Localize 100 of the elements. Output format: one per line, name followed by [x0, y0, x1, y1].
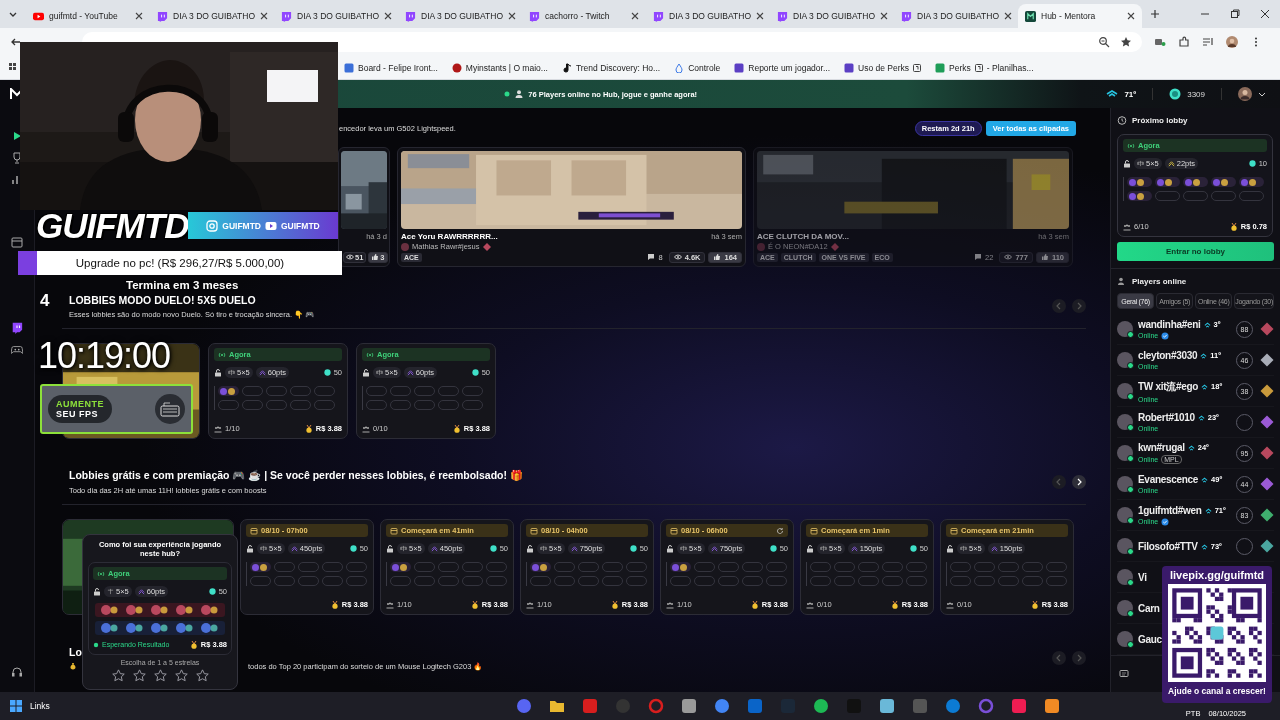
rank-icon	[406, 369, 414, 376]
browser-tab[interactable]: guifmtd - YouTube	[26, 4, 150, 28]
play-icon[interactable]	[11, 130, 23, 142]
player-name[interactable]: 1guifmtd#wen	[1138, 504, 1202, 516]
player-name[interactable]: TW xit流#ego	[1138, 379, 1199, 394]
close-icon[interactable]	[880, 12, 889, 20]
calendar-icon	[390, 526, 398, 535]
broadcast-icon	[1127, 141, 1135, 150]
media-icon[interactable]	[1202, 36, 1214, 48]
browser-tab[interactable]: DIA 3 DO GUIBATHO	[398, 4, 522, 28]
browser-tab[interactable]: cachorro - Twitch	[522, 4, 646, 28]
avatar-icon[interactable]	[1226, 36, 1238, 48]
status-dot-icon	[93, 641, 99, 648]
bookmark[interactable]: Trend Discovery: Ho...	[557, 60, 665, 75]
app-icon[interactable]	[713, 698, 730, 714]
close-icon[interactable]	[1127, 12, 1135, 20]
close-icon[interactable]	[508, 12, 517, 20]
rank-icon	[258, 369, 266, 376]
close-icon[interactable]	[260, 12, 269, 20]
app-icon[interactable]	[680, 698, 697, 714]
app-icon[interactable]	[1010, 698, 1027, 714]
close-icon[interactable]	[135, 12, 143, 20]
broadcast-icon	[366, 350, 374, 359]
app-icon[interactable]	[548, 698, 565, 714]
rank-icon	[1167, 160, 1175, 167]
previous-button[interactable]	[1052, 651, 1066, 665]
browser-tab[interactable]: DIA 3 DO GUIBATHO	[770, 4, 894, 28]
bookmark[interactable]: Perks - Planilhas...	[931, 60, 1038, 75]
bookmark[interactable]: Board - Felipe Iront...	[340, 60, 442, 75]
bookmark[interactable]: Myinstants | O maio...	[447, 60, 552, 75]
close-icon[interactable]	[1004, 12, 1013, 20]
chat-bubble-icon	[901, 10, 912, 22]
close-icon[interactable]	[631, 12, 639, 20]
avatar-icon[interactable]	[1238, 87, 1252, 101]
player-name[interactable]: Vi	[1138, 571, 1147, 583]
player-name[interactable]: Gauc	[1138, 633, 1162, 645]
player-name[interactable]: cleyton#3030	[1138, 350, 1198, 361]
player-name[interactable]: wandinha#eni	[1138, 318, 1201, 330]
player-name[interactable]: kwn#rugal	[1138, 442, 1185, 453]
chat-bubble-icon	[777, 10, 788, 22]
bookmark[interactable]: Reporte um jogador...	[730, 60, 835, 75]
puzzle-icon[interactable]	[1178, 36, 1190, 48]
rank-icon	[710, 545, 718, 552]
toolbar-label[interactable]: Links	[30, 701, 50, 711]
star-icon[interactable]	[1120, 36, 1132, 48]
lock-icon	[666, 544, 674, 553]
coin-icon	[349, 545, 357, 552]
coin-icon	[629, 545, 637, 552]
zoom-icon[interactable]	[1098, 36, 1110, 48]
app-icon[interactable]	[878, 698, 895, 714]
chevron-down-icon[interactable]	[1258, 90, 1266, 98]
headset-icon[interactable]	[11, 666, 23, 678]
trophy-icon[interactable]	[11, 152, 23, 164]
scale-icon	[376, 369, 383, 376]
close-icon[interactable]	[1260, 9, 1270, 19]
people-icon	[666, 600, 674, 609]
medal-icon	[610, 600, 619, 609]
next-button[interactable]	[1072, 475, 1086, 489]
star-rating[interactable]	[111, 669, 209, 682]
browser-tab[interactable]: DIA 3 DO GUIBATHO	[274, 4, 398, 28]
browser-tab[interactable]: DIA 3 DO GUIBATHO	[150, 4, 274, 28]
chat-icon[interactable]	[1119, 669, 1129, 679]
calendar-icon[interactable]	[11, 236, 23, 248]
chat-bubble-icon[interactable]	[11, 322, 23, 334]
player-name[interactable]: Evanescence	[1138, 474, 1199, 485]
previous-button[interactable]	[1052, 299, 1066, 313]
refresh-icon[interactable]	[776, 526, 784, 535]
coin-icon	[1169, 88, 1182, 100]
player-name[interactable]: Filosofo#TTV	[1138, 540, 1198, 552]
player-name[interactable]: Carn	[1138, 602, 1160, 614]
join-lobby-button[interactable]: Entrar no lobby	[1117, 242, 1274, 261]
medal-icon	[470, 600, 479, 609]
back-icon[interactable]	[10, 36, 22, 48]
rank-icon	[1106, 88, 1119, 100]
medal-icon	[452, 424, 461, 433]
section-title: Lo	[69, 645, 82, 658]
close-icon[interactable]	[756, 12, 765, 20]
bookmark[interactable]: Uso de Perks	[840, 60, 926, 75]
app-icon[interactable]	[1043, 698, 1060, 714]
app-icon[interactable]	[812, 698, 829, 714]
close-icon[interactable]	[384, 12, 393, 20]
browser-tab[interactable]: DIA 3 DO GUIBATHO	[646, 4, 770, 28]
player-name[interactable]: Robert#1010	[1138, 412, 1195, 423]
restore-icon[interactable]	[1230, 9, 1240, 19]
browser-tab[interactable]: DIA 3 DO GUIBATHO	[894, 4, 1018, 28]
previous-button[interactable]	[1052, 475, 1066, 489]
medal-icon	[750, 600, 759, 609]
bookmark[interactable]: Controle	[670, 60, 725, 75]
calendar-icon	[250, 526, 258, 535]
browser-tab[interactable]: Hub - Mentora	[1018, 4, 1142, 28]
new-tab-icon[interactable]	[1150, 9, 1160, 19]
people-icon	[362, 424, 370, 433]
windows-icon[interactable]	[10, 700, 22, 712]
camera-icon	[206, 219, 219, 232]
gamepad-icon[interactable]	[11, 344, 23, 356]
app-icon[interactable]	[944, 698, 961, 714]
medal-icon	[304, 424, 313, 433]
extension-icon[interactable]	[1154, 36, 1166, 48]
lock-icon	[946, 544, 954, 553]
square-icon	[935, 62, 946, 73]
